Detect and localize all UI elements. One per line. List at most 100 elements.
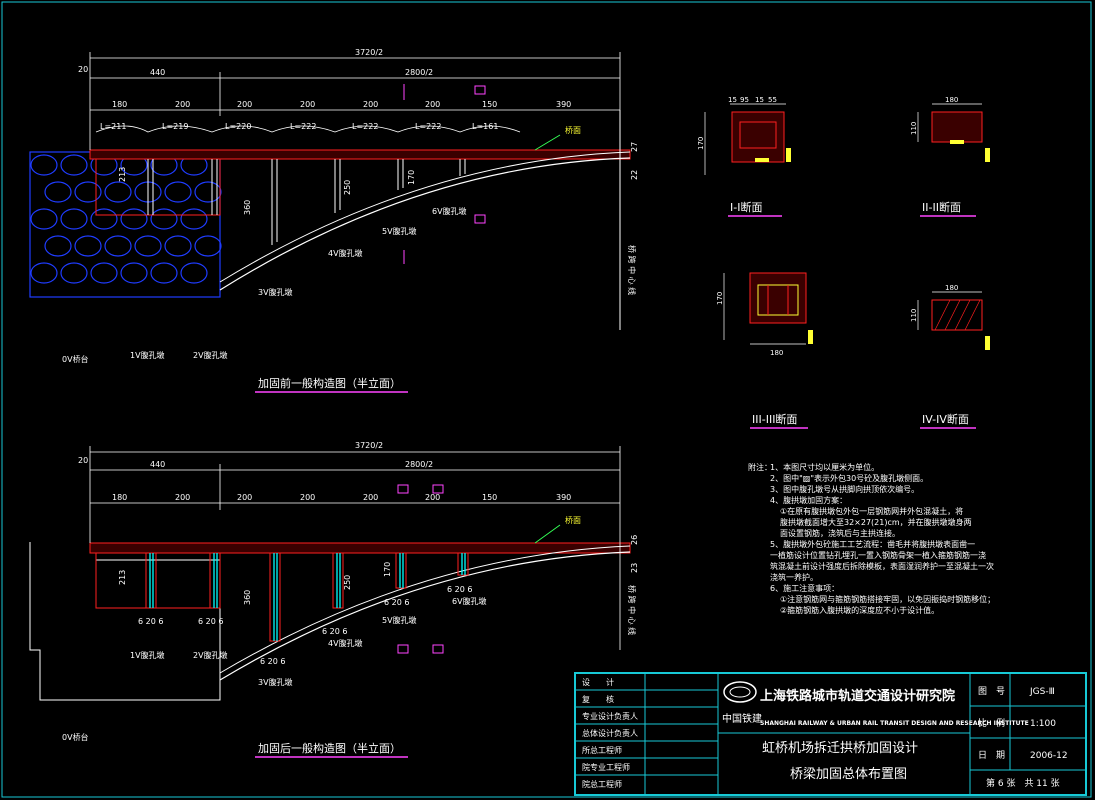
span-6: L=161 — [472, 122, 498, 131]
deck-after — [89, 542, 631, 554]
dim-left-after: 440 — [150, 460, 165, 469]
cad-drawing: 3720/2 440 2800/2 20 180 200 200 200 200… — [1, 1, 1092, 798]
note-line: ①在原有腹拱墩包外包一层钢筋网并外包混凝土，将 — [780, 506, 963, 516]
deck-leader-after — [534, 524, 561, 544]
sec-marker-IV-top — [432, 484, 444, 494]
sec-title-III: III-III断面 — [752, 412, 797, 426]
sec-marker-II-top — [474, 85, 486, 95]
dim-r2-0-after: 180 — [112, 493, 127, 502]
right-27: 27 — [630, 142, 639, 152]
dim-r2-6-after: 150 — [482, 493, 497, 502]
field-label-2: 日 期 — [978, 750, 1005, 761]
note-line: 筑混凝土前设计强度后拆除模板，表面湿润养护一至混凝土一次 — [770, 561, 994, 571]
sec-title-IV: IV-IV断面 — [922, 412, 969, 426]
note-line: 5、腹拱墩外包砼施工工艺流程：凿毛并将腹拱墩表面凿一 — [770, 539, 975, 549]
note-line: 4、腹拱墩加固方案： — [770, 495, 847, 505]
s3-dim-180: 180 — [770, 349, 783, 357]
field-value-1: 1:100 — [1030, 719, 1056, 729]
dim-r2-0-before: 180 — [112, 100, 127, 109]
dim-626-1: 6 20 6 — [138, 617, 163, 626]
dim-r2-1-before: 200 — [175, 100, 190, 109]
vert-250-before: 250 — [343, 180, 352, 195]
drawing-name: 桥梁加固总体布置图 — [790, 767, 907, 782]
abutment-box-before — [95, 158, 221, 216]
deck-label-before: 桥面 — [565, 125, 581, 135]
rock-cell — [194, 235, 222, 257]
vert-360-after: 360 — [243, 590, 252, 605]
arch-extrados-after — [219, 545, 631, 674]
dim-total-before: 3720/2 — [355, 48, 383, 57]
arch-label-1-before: 1V腹孔墩 — [130, 350, 165, 360]
notes-head: 附注： — [748, 462, 772, 472]
s4-dim-180: 180 — [945, 284, 958, 292]
rock-cell — [120, 262, 148, 284]
centerline-label-after: 桥 跨 中 心 线 — [627, 585, 637, 635]
abutment-label-before: 0V桥台 — [62, 354, 89, 364]
field-value-2: 2006-12 — [1030, 751, 1068, 761]
dim-r2-3-after: 200 — [300, 493, 315, 502]
note-line: ②箍筋钢筋入腹拱墩的深度应不小于设计值。 — [780, 605, 939, 615]
sec-marker-IV-bottom — [432, 644, 444, 654]
dim-r2-7-after: 390 — [556, 493, 571, 502]
vert-250-after: 250 — [343, 575, 352, 590]
s1-dim-55: 55 — [768, 96, 777, 104]
right-22: 22 — [630, 170, 639, 180]
dim-right-after: 2800/2 — [405, 460, 433, 469]
role-label: 专业设计负责人 — [582, 711, 638, 721]
dim-626-3: 6 20 6 — [260, 657, 285, 666]
abutment-box-after — [95, 552, 221, 609]
s2-dim-180: 180 — [945, 96, 958, 104]
rock-cell — [164, 235, 192, 257]
arch-label-1-after: 1V腹孔墩 — [130, 650, 165, 660]
rock-cell — [30, 262, 58, 284]
note-line: 腹拱墩截面增大至32×27(21)cm，并在腹拱墩墩身两 — [780, 517, 972, 527]
title-after: 加固后一般构造图（半立面） — [258, 741, 401, 755]
s4-dim-110: 110 — [910, 309, 918, 322]
rock-cell — [30, 208, 58, 230]
dim-626-5: 6 20 6 — [384, 598, 409, 607]
note-line: 面设置钢筋，浇筑后与主拱连接。 — [780, 528, 900, 538]
role-label: 设 计 — [582, 677, 614, 687]
elevation-before — [29, 52, 631, 330]
span-0: L=211 — [100, 122, 126, 131]
arch-label-4-after: 4V腹孔墩 — [328, 638, 363, 648]
rock-cell — [30, 154, 58, 176]
dim-r2-2-after: 200 — [237, 493, 252, 502]
rock-cell — [90, 262, 118, 284]
roles-column: 设 计复 核专业设计负责人总体设计负责人所总工程师院专业工程师院总工程师 — [582, 677, 638, 789]
rock-cell — [44, 181, 72, 203]
rock-cell — [74, 235, 102, 257]
rock-cell — [60, 208, 88, 230]
sec-marker-III-bottom — [397, 644, 409, 654]
note-line: 浇筑一养护。 — [770, 572, 818, 582]
rock-cell — [134, 235, 162, 257]
dim-r2-4-before: 200 — [363, 100, 378, 109]
field-label-1: 比 例 — [978, 717, 1005, 729]
rock-cell — [120, 208, 148, 230]
note-line: 6、施工注意事项： — [770, 583, 839, 593]
dim-r2-2-before: 200 — [237, 100, 252, 109]
rock-cell — [44, 235, 72, 257]
logo-icon — [723, 681, 757, 703]
field-label-0: 图 号 — [978, 686, 1005, 697]
role-label: 总体设计负责人 — [582, 728, 638, 738]
arch-label-3-before: 3V腹孔墩 — [258, 287, 293, 297]
dim-626-4: 6 20 6 — [322, 627, 347, 636]
section-I — [704, 103, 791, 175]
vert-360-before: 360 — [243, 200, 252, 215]
section-II — [917, 103, 990, 162]
dim-r2-1-after: 200 — [175, 493, 190, 502]
dim-lines-before — [89, 52, 621, 330]
role-label: 院专业工程师 — [582, 762, 630, 772]
note-line: ①注意钢筋网与箍筋钢筋搭接牢固，以免因振捣时钢筋移位； — [780, 594, 995, 604]
dim-626-2: 6 20 6 — [198, 617, 223, 626]
note-line: 3、图中腹孔墩号从拱脚向拱顶依次编号。 — [770, 484, 919, 494]
dim-r2-4-after: 200 — [363, 493, 378, 502]
note-line: 1、本图尺寸均以厘米为单位。 — [770, 462, 879, 472]
dim-left-before: 440 — [150, 68, 165, 77]
dim-r2-5-after: 200 — [425, 493, 440, 502]
field-value-0: JGS-Ⅲ — [1029, 687, 1055, 697]
dim-gap-after: 20 — [78, 456, 88, 465]
abutment-after — [29, 542, 221, 701]
s2-dim-110: 110 — [910, 122, 918, 135]
